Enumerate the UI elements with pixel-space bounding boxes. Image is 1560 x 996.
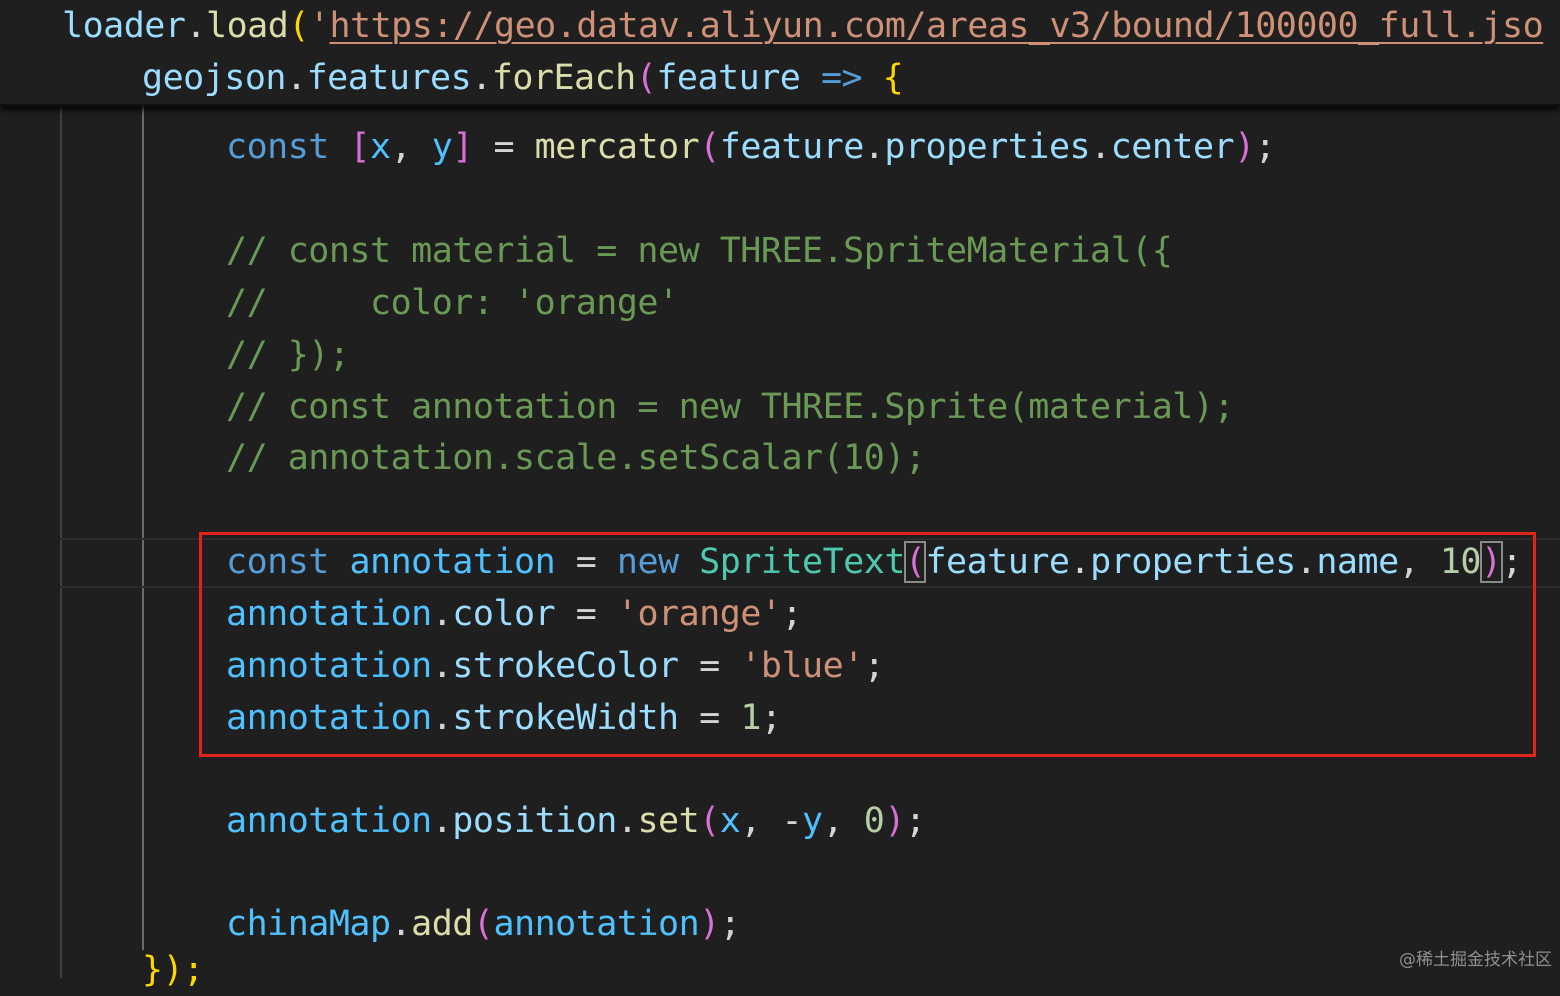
token: properties [884,127,1091,167]
token: y [802,801,823,841]
token: position [452,801,617,841]
token: x [719,801,741,841]
code-line[interactable]: }); [142,944,204,996]
comment-line[interactable]: // annotation.scale.setScalar(10); [226,432,926,484]
token: feature [719,127,865,167]
watermark: @稀土掘金技术社区 [1399,950,1552,970]
indent-guide-active [142,104,144,950]
token: ' [308,6,330,46]
token: annotation [493,904,700,944]
token: chinaMap [226,904,391,944]
token: center [1110,127,1235,167]
token: annotation [226,801,432,841]
url-link[interactable]: https://geo.datav.aliyun.com/areas_v3/bo… [329,6,1543,46]
token: add [411,904,473,944]
annotation-highlight-box [199,532,1536,757]
comment-line[interactable]: // }); [226,329,350,381]
token: set [637,801,700,841]
code-editor[interactable]: loader.load('https://geo.datav.aliyun.co… [0,0,1560,990]
code-line[interactable]: annotation.position.set(x, -y, 0); [226,795,926,847]
token: geojson [142,58,287,98]
token: forEach [491,58,637,98]
token: => [820,58,863,98]
sticky-line-1[interactable]: loader.load('https://geo.datav.aliyun.co… [62,0,1544,52]
token: const [226,127,329,167]
token: x [370,127,391,167]
comment-line[interactable]: // const annotation = new THREE.Sprite(m… [226,381,1235,433]
token: loader [62,6,186,46]
token: 0 [863,801,885,841]
token: y [431,127,453,167]
token: features [306,58,472,98]
sticky-scroll-header[interactable]: loader.load('https://geo.datav.aliyun.co… [0,0,1560,106]
code-line[interactable]: const [x, y] = mercator(feature.properti… [226,121,1276,173]
sticky-line-2[interactable]: geojson.features.forEach(feature => { [142,52,904,104]
token: feature [656,58,801,98]
comment-line[interactable]: // color: 'orange' [226,277,679,329]
token: load [206,6,289,46]
token: mercator [534,127,700,167]
comment-line[interactable]: // const material = new THREE.SpriteMate… [226,225,1173,277]
code-line[interactable]: chinaMap.add(annotation); [226,898,741,950]
